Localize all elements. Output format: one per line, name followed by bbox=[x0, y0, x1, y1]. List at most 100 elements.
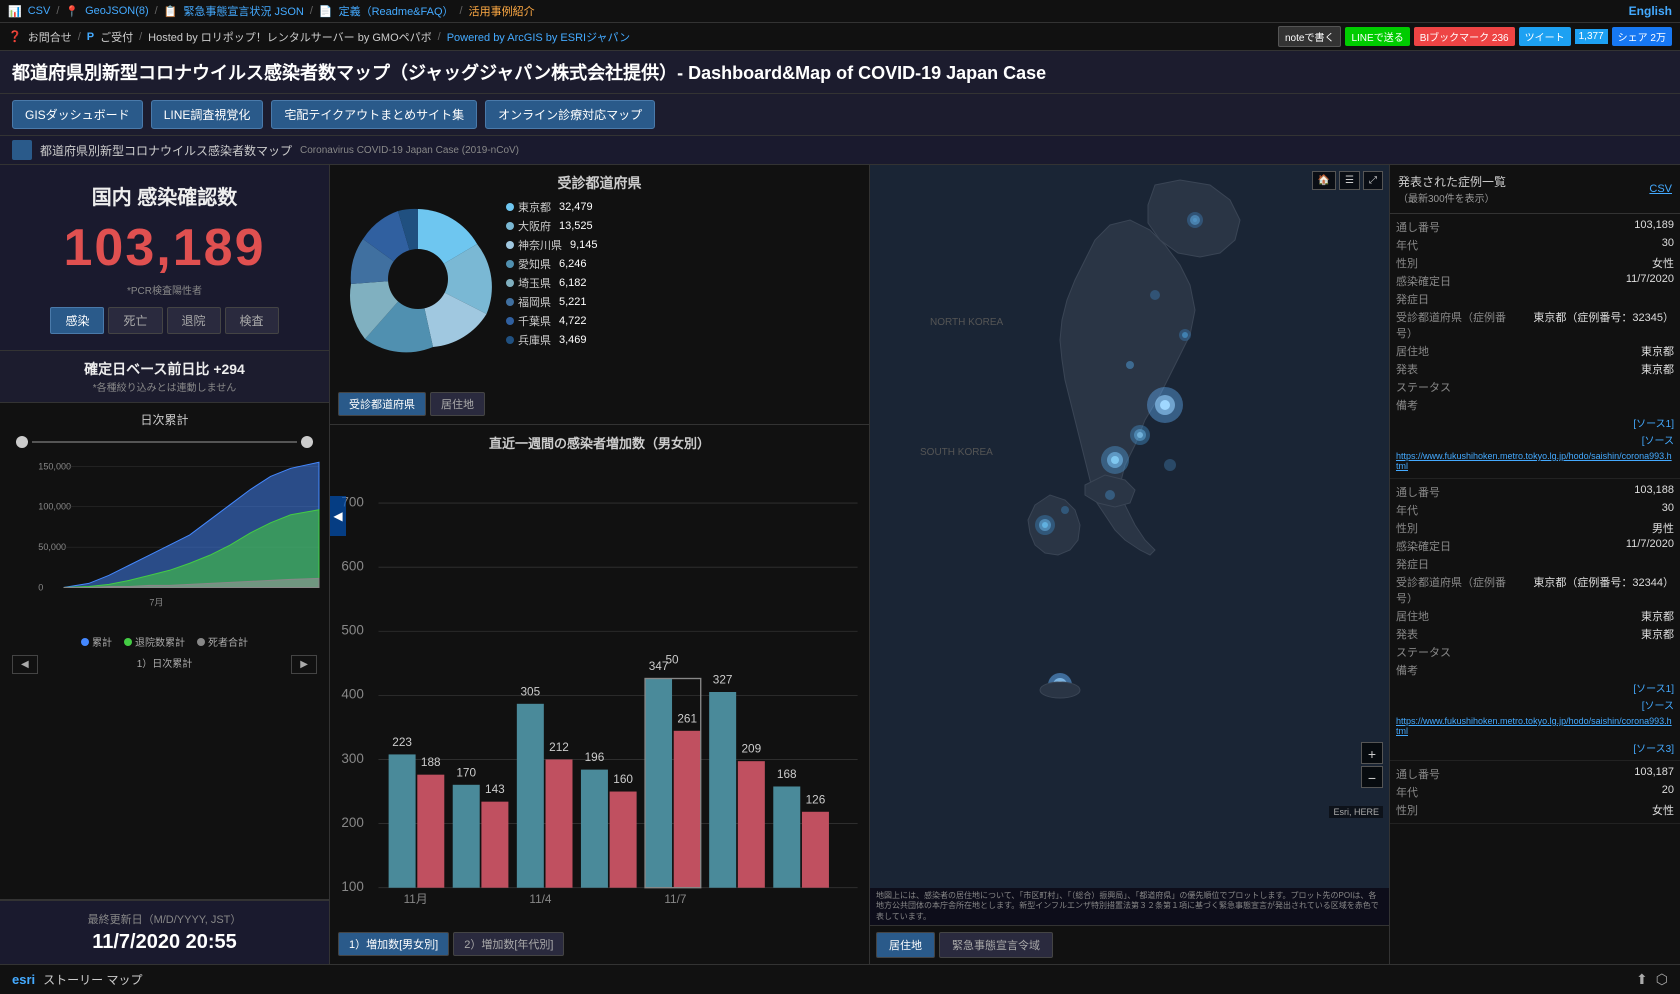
map-home-button[interactable]: 🏠 bbox=[1312, 171, 1336, 190]
nav-bar: GISダッシュボード LINE調査視覚化 宅配テイクアウトまとめサイト集 オンラ… bbox=[0, 94, 1680, 136]
tab-discharge[interactable]: 退院 bbox=[167, 307, 221, 334]
svg-text:500: 500 bbox=[341, 623, 364, 638]
main-content: 国内 感染確認数 103,189 *PCR検査陽性者 感染 死亡 退院 検査 確… bbox=[0, 165, 1680, 964]
svg-text:196: 196 bbox=[585, 750, 605, 764]
legend-saitama: 埼玉県 6,182 bbox=[506, 275, 598, 291]
reception-link[interactable]: ご受付 bbox=[100, 29, 133, 45]
stats-box: 国内 感染確認数 103,189 *PCR検査陽性者 感染 死亡 退院 検査 bbox=[0, 165, 329, 351]
footer-share-button[interactable]: ⬆ bbox=[1636, 971, 1648, 988]
stats-title: 国内 感染確認数 bbox=[16, 181, 313, 210]
nav-delivery-button[interactable]: 宅配テイクアウトまとめサイト集 bbox=[271, 100, 477, 129]
svg-text:143: 143 bbox=[485, 782, 505, 796]
nav-gis-button[interactable]: GISダッシュボード bbox=[12, 100, 143, 129]
update-date: 11/7/2020 20:55 bbox=[10, 931, 319, 954]
bottom-info: 最終更新日（M/D/YYYY, JST） 11/7/2020 20:55 bbox=[0, 900, 329, 964]
slider-container bbox=[8, 434, 321, 450]
pie-legend: 東京都 32,479 大阪府 13,525 神奈川県 9,145 bbox=[506, 199, 598, 386]
source-link-2[interactable]: https://www.fukushihoken.metro.tokyo.lg.… bbox=[1396, 714, 1674, 738]
pie-chart-svg bbox=[338, 199, 498, 359]
nav-line-button[interactable]: LINE調査視覚化 bbox=[151, 100, 264, 129]
map-container[interactable]: NORTH KOREA SOUTH KOREA bbox=[870, 165, 1389, 888]
legend-discharge: 退院数累計 bbox=[135, 638, 185, 649]
pie-tab-prefecture[interactable]: 受診都道府県 bbox=[338, 392, 426, 416]
map-caption: 地図上には、感染者の居住地について、「市区町村」、「（総合）振興局」、「都道府県… bbox=[870, 888, 1389, 925]
zoom-in-button[interactable]: + bbox=[1361, 742, 1383, 764]
contact-link[interactable]: お問合せ bbox=[28, 29, 72, 45]
map-tab-emergency[interactable]: 緊急事態宣言令域 bbox=[939, 932, 1053, 958]
daily-diff-note: *各種絞り込みとは連動しません bbox=[12, 379, 317, 394]
slider-left[interactable] bbox=[16, 436, 28, 448]
map-list-button[interactable]: ☰ bbox=[1339, 171, 1360, 190]
note-button[interactable]: noteで書く bbox=[1278, 26, 1341, 47]
stats-tabs: 感染 死亡 退院 検査 bbox=[16, 307, 313, 334]
footer-label: ストーリー マップ bbox=[43, 971, 142, 988]
chart-next-button[interactable]: ▶ bbox=[291, 655, 317, 674]
stats-number: 103,189 bbox=[16, 218, 313, 278]
svg-text:209: 209 bbox=[741, 742, 761, 756]
pie-chart-container bbox=[338, 199, 498, 359]
english-link[interactable]: English bbox=[1629, 4, 1672, 18]
svg-text:SOUTH KOREA: SOUTH KOREA bbox=[920, 447, 993, 458]
chart-prev-button[interactable]: ◀ bbox=[12, 655, 38, 674]
bar-tab-age[interactable]: 2）増加数[年代別] bbox=[453, 932, 564, 956]
daily-chart: 日次累計 150,000 100,000 50,000 0 bbox=[0, 403, 329, 900]
bar-area: 直近一週間の感染者増加数（男女別） 700 600 500 400 300 20… bbox=[330, 425, 869, 964]
right-subtitle: （最新300件を表示） bbox=[1398, 190, 1506, 205]
csv-download-link[interactable]: CSV bbox=[1649, 183, 1672, 195]
subtitle-text: 都道府県別新型コロナウイルス感染者数マップ bbox=[40, 142, 292, 159]
csv-link[interactable]: CSV bbox=[28, 5, 51, 17]
svg-text:11月: 11月 bbox=[404, 892, 428, 906]
line-button[interactable]: LINEで送る bbox=[1345, 27, 1409, 46]
page-title: 都道府県別新型コロナウイルス感染者数マップ（ジャッグジャパン株式会社提供）- D… bbox=[12, 59, 1668, 85]
emergency-icon: 📋 bbox=[164, 5, 178, 18]
zoom-out-button[interactable]: − bbox=[1361, 766, 1383, 788]
arcgis-link[interactable]: Powered by ArcGIS by ESRIジャパン bbox=[447, 29, 630, 45]
legend-hyogo: 兵庫県 3,469 bbox=[506, 332, 598, 348]
faq-icon: 📄 bbox=[319, 5, 333, 18]
emergency-json-link[interactable]: 緊急事態宣言状況 JSON bbox=[183, 3, 303, 19]
source-link-1[interactable]: https://www.fukushihoken.metro.tokyo.lg.… bbox=[1396, 449, 1674, 473]
svg-text:50: 50 bbox=[665, 652, 679, 666]
map-expand-button[interactable]: ⤢ bbox=[1363, 171, 1383, 190]
right-title: 発表された症例一覧 （最新300件を表示） CSV bbox=[1390, 165, 1680, 214]
tab-infection[interactable]: 感染 bbox=[50, 307, 104, 334]
slider-right[interactable] bbox=[301, 436, 313, 448]
faq-link[interactable]: 定義（Readme&FAQ） bbox=[339, 3, 454, 19]
collapse-arrow[interactable]: ◀ bbox=[330, 496, 346, 536]
legend-tokyo: 東京都 32,479 bbox=[506, 199, 598, 215]
bi-button[interactable]: BIブックマーク 236 bbox=[1414, 27, 1515, 46]
share-button[interactable]: シェア 2万 bbox=[1612, 27, 1672, 46]
map-tab-residence[interactable]: 居住地 bbox=[876, 932, 935, 958]
esri-attribution: Esri, HERE bbox=[1329, 806, 1383, 818]
stats-note: *PCR検査陽性者 bbox=[16, 282, 313, 297]
case-record-3: 通し番号103,187 年代20 性別女性 bbox=[1390, 761, 1680, 824]
bar-title: 直近一週間の感染者増加数（男女別） bbox=[338, 433, 861, 452]
tab-test[interactable]: 検査 bbox=[225, 307, 279, 334]
map-panel: NORTH KOREA SOUTH KOREA bbox=[870, 165, 1390, 964]
svg-text:160: 160 bbox=[613, 772, 633, 786]
host-link[interactable]: Hosted by ロリポップ！レンタルサーバー by GMOペパボ bbox=[148, 29, 431, 45]
title-bar: 都道府県別新型コロナウイルス感染者数マップ（ジャッグジャパン株式会社提供）- D… bbox=[0, 51, 1680, 94]
svg-text:168: 168 bbox=[777, 767, 797, 781]
footer-external-button[interactable]: ⬡ bbox=[1656, 971, 1668, 988]
daily-diff-title: 確定日ベース前日比 +294 bbox=[12, 359, 317, 379]
update-label: 最終更新日（M/D/YYYY, JST） bbox=[10, 911, 319, 927]
svg-text:400: 400 bbox=[341, 687, 364, 702]
top-bar: 📊 CSV / 📍 GeoJSON(8) / 📋 緊急事態宣言状況 JSON /… bbox=[0, 0, 1680, 23]
svg-text:0: 0 bbox=[38, 582, 43, 592]
geojson-link[interactable]: GeoJSON(8) bbox=[85, 5, 149, 17]
bar-tab-gender[interactable]: 1）増加数[男女別] bbox=[338, 932, 449, 956]
pie-tab-residence[interactable]: 居住地 bbox=[430, 392, 485, 416]
map-bottom-tabs: 居住地 緊急事態宣言令域 bbox=[870, 925, 1389, 964]
tab-death[interactable]: 死亡 bbox=[108, 307, 162, 334]
cases-link[interactable]: 活用事例紹介 bbox=[469, 3, 535, 19]
csv-icon: 📊 bbox=[8, 5, 22, 18]
svg-text:100: 100 bbox=[341, 879, 364, 894]
tweet-button[interactable]: ツイート bbox=[1519, 27, 1571, 46]
legend-aichi: 愛知県 6,246 bbox=[506, 256, 598, 272]
right-panel: 発表された症例一覧 （最新300件を表示） CSV 通し番号103,189 年代… bbox=[1390, 165, 1680, 964]
legend-osaka: 大阪府 13,525 bbox=[506, 218, 598, 234]
second-bar: ❓ お問合せ / P ご受付 / Hosted by ロリポップ！レンタルサーバ… bbox=[0, 23, 1680, 51]
nav-online-button[interactable]: オンライン診療対応マップ bbox=[485, 100, 655, 129]
svg-text:327: 327 bbox=[713, 673, 733, 687]
